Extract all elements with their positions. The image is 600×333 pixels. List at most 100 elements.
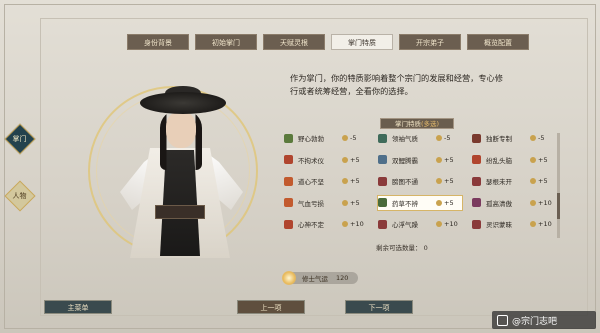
trait-cost-value: +5 [538, 155, 548, 164]
trait-icon [284, 155, 293, 164]
trait-cost-value: +5 [444, 177, 454, 185]
fortune-points-bar: 修士气运 120 [282, 271, 358, 285]
sidenav-item-character[interactable]: 人物 [3, 178, 36, 214]
trait-cost: +10 [342, 220, 364, 228]
trait-icon [472, 155, 481, 164]
trait-item[interactable]: 道心不坚 +5 [284, 174, 368, 188]
watermark: @宗门志吧 [492, 311, 596, 329]
trait-item[interactable]: 独断专制 -5 [472, 131, 556, 145]
trait-item[interactable]: 灵识蒙昧 +10 [472, 217, 556, 231]
trait-name: 心神不定 [298, 221, 324, 229]
fortune-coin-icon [436, 156, 442, 163]
trait-name: 药草不辨 [392, 199, 418, 208]
trait-item[interactable]: 领袖气质 -5 [378, 131, 462, 145]
trait-name: 膀图不通 [392, 178, 418, 186]
trait-cost: -5 [436, 134, 450, 142]
trait-item[interactable]: 孤高清傲 +10 [472, 196, 556, 210]
trait-icon [284, 176, 293, 186]
multi-select-hint: (多选) [420, 120, 440, 128]
fortune-coin-icon [342, 199, 348, 206]
trait-cost-value: +5 [350, 198, 360, 207]
fortune-coin-icon [436, 199, 442, 206]
remaining-value: 0 [423, 244, 428, 252]
trait-cost-value: +5 [350, 155, 360, 164]
trait-item[interactable]: 纷乱头脑 +5 [472, 153, 556, 167]
trait-name: 灵识蒙昧 [486, 221, 512, 229]
trait-cost: +5 [342, 156, 360, 164]
trait-name: 领袖气质 [392, 135, 418, 143]
trait-icon [284, 133, 293, 143]
fortune-coin-icon [342, 178, 348, 184]
trait-cost: -5 [530, 134, 544, 142]
trait-name: 道心不坚 [298, 178, 324, 186]
fortune-coin-icon [530, 199, 536, 206]
traits-panel-title: 掌门特质(多选) [380, 118, 454, 129]
tab-overview[interactable]: 概览配置 [467, 34, 529, 50]
trait-cost: +5 [436, 199, 454, 207]
fortune-coin-icon [530, 135, 536, 141]
fortune-points-label: 修士气运 [302, 275, 328, 283]
trait-item[interactable]: 双鲤腾霸 +5 [378, 153, 462, 167]
trait-icon [472, 176, 481, 186]
trait-cost: +5 [530, 156, 548, 164]
trait-cost-value: +10 [444, 220, 458, 228]
next-step-button[interactable]: 下一项 [345, 300, 413, 314]
trait-item[interactable]: 心浮气躁 +10 [378, 217, 462, 231]
trait-cost: +5 [530, 177, 548, 185]
trait-icon [472, 133, 481, 143]
trait-item[interactable]: 不拘术仪 +5 [284, 153, 368, 167]
trait-name: 独断专制 [486, 135, 512, 143]
tab-master-traits[interactable]: 掌门特质 [331, 34, 393, 50]
tab-founding-disciples[interactable]: 开宗弟子 [399, 34, 461, 50]
trait-list-scrollbar[interactable] [557, 133, 560, 238]
tab-background[interactable]: 身份背景 [127, 34, 189, 50]
trait-item[interactable]: 野心勃勃 -5 [284, 131, 368, 145]
trait-item[interactable]: 膀图不通 +5 [378, 174, 462, 188]
creation-tabs: 身份背景 初始掌门 天赋灵根 掌门特质 开宗弟子 概览配置 [127, 34, 529, 50]
trait-cost-value: +10 [538, 220, 552, 228]
trait-name: 野心勃勃 [298, 135, 324, 143]
trait-icon [378, 176, 387, 186]
trait-name: 孤高清傲 [486, 199, 512, 208]
main-menu-button[interactable]: 主菜单 [44, 300, 112, 314]
sidenav-item-sect-master[interactable]: 掌门 [3, 121, 36, 157]
trait-item[interactable]: 药草不辨 +5 [377, 194, 463, 211]
trait-icon [378, 155, 387, 164]
scrollbar-thumb[interactable] [557, 193, 560, 219]
trait-cost-value: -5 [538, 134, 545, 142]
sidenav-item-label: 掌门 [12, 135, 27, 143]
fortune-coin-icon [530, 156, 536, 163]
trait-cost: +5 [342, 199, 360, 207]
tab-initial-master[interactable]: 初始掌门 [195, 34, 257, 50]
trait-cost-value: -5 [444, 134, 451, 142]
character-face [166, 112, 196, 148]
watermark-text: @宗门志吧 [512, 316, 558, 327]
trait-grid: 野心勃勃 -5 领袖气质 -5 独断专制 -5 不拘术仪 +5 双鲤腾霸 +5 纷乱头脑 +5 道心不坚… [284, 131, 556, 239]
trait-item[interactable]: 心神不定 +10 [284, 217, 368, 231]
trait-cost-value: +5 [538, 177, 548, 185]
tab-talent-root[interactable]: 天赋灵根 [263, 34, 325, 50]
trait-icon [378, 198, 387, 207]
trait-cost: +10 [436, 220, 458, 228]
trait-cost: +10 [530, 220, 552, 228]
trait-cost: +10 [530, 199, 552, 207]
trait-cost: +5 [342, 177, 360, 185]
trait-name: 纷乱头脑 [486, 156, 512, 165]
trait-cost: +5 [436, 177, 454, 185]
fortune-coin-icon [436, 135, 442, 141]
bamboo-hat [140, 92, 226, 114]
fortune-coin-icon [530, 178, 536, 184]
trait-cost-value: +5 [444, 155, 454, 164]
trait-item[interactable]: 瑟根未开 +5 [472, 174, 556, 188]
remaining-selections: 剩余可选数量： 0 [376, 242, 428, 252]
description-line-2: 行或者统筹经营，全看你的选择。 [290, 86, 413, 96]
prev-step-button[interactable]: 上一项 [237, 300, 305, 314]
trait-cost-value: +5 [350, 177, 360, 185]
fortune-points-value: 120 [336, 274, 349, 282]
trait-item[interactable]: 气血亏损 +5 [284, 196, 368, 210]
trait-icon [284, 219, 293, 229]
trait-name: 不拘术仪 [298, 156, 324, 165]
trait-cost-value: +5 [444, 198, 454, 207]
trait-cost-value: -5 [350, 134, 357, 142]
fortune-orb-icon [282, 271, 296, 285]
